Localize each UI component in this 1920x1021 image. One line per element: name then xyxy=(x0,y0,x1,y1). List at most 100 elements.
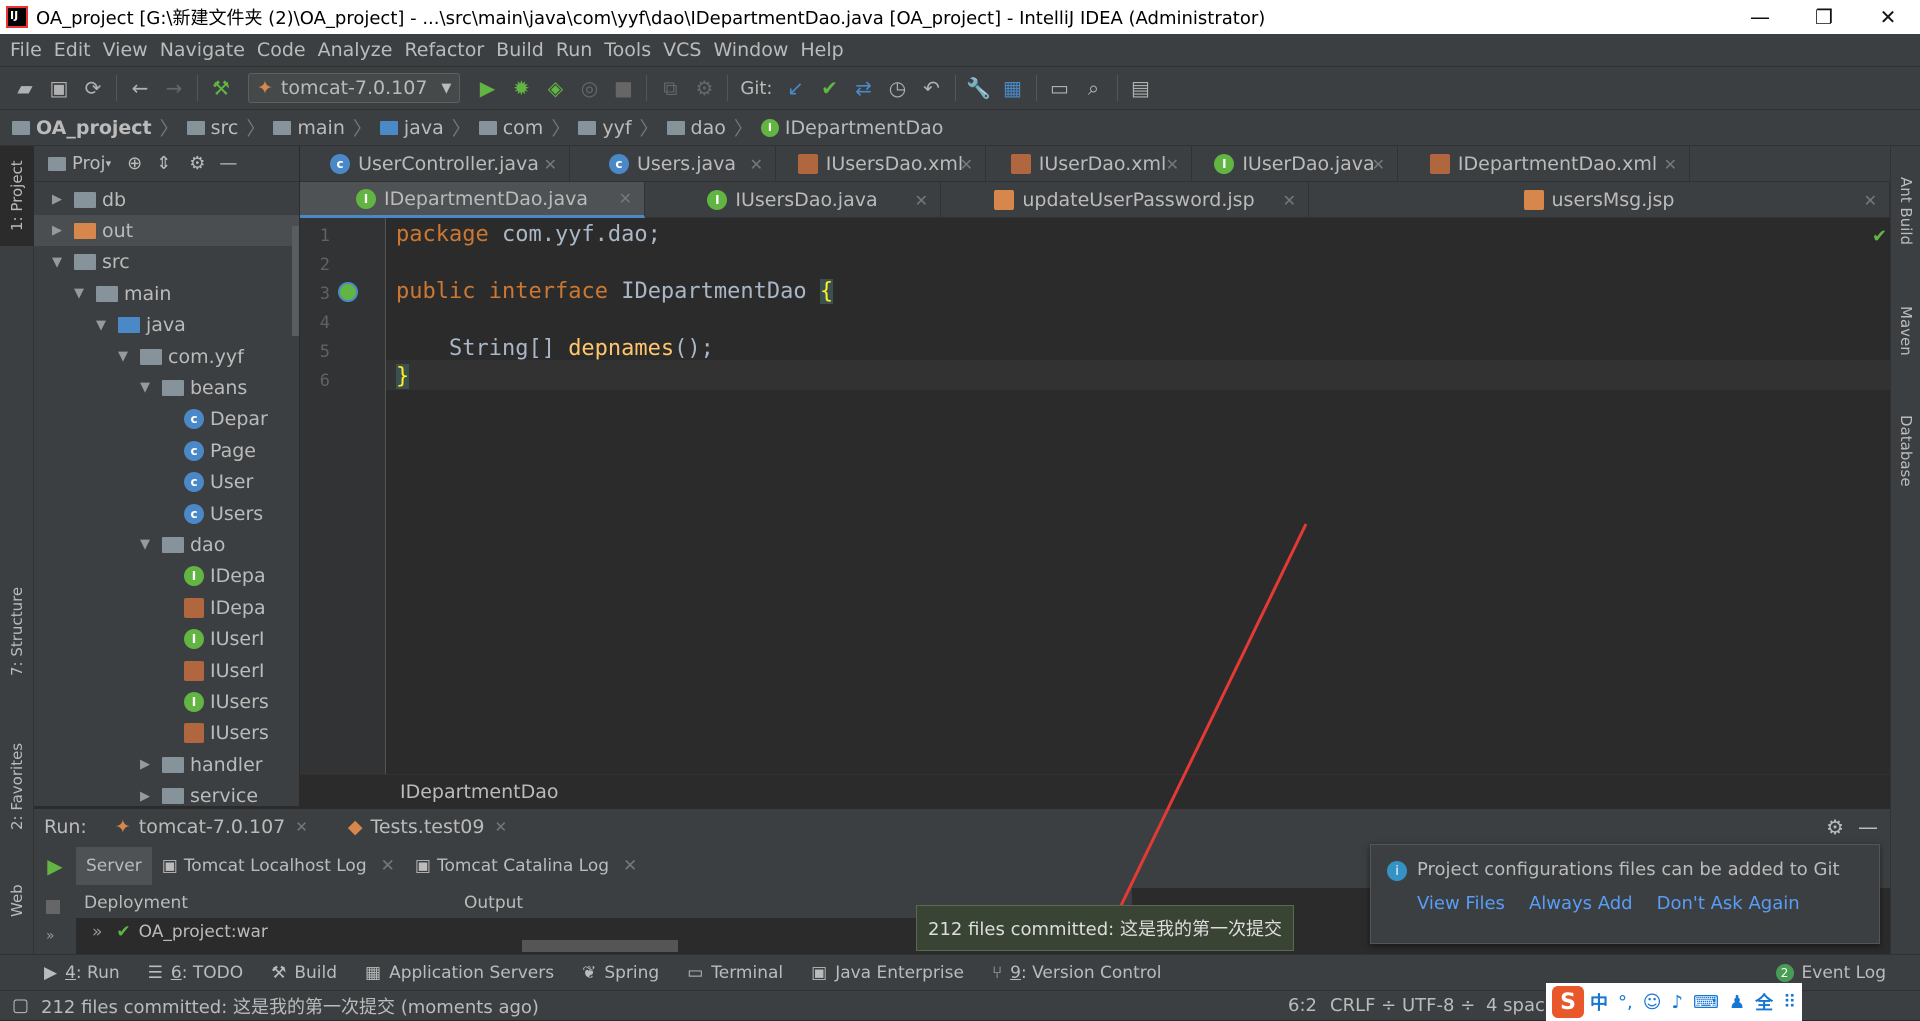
close-icon[interactable]: ✕ xyxy=(495,818,508,836)
history-icon[interactable]: ◷ xyxy=(881,71,915,105)
forward-icon[interactable]: → xyxy=(157,71,191,105)
ime-menu-icon[interactable]: ⠿ xyxy=(1783,992,1796,1013)
run-tab-tomcat[interactable]: tomcat-7.0.107 xyxy=(139,816,286,838)
rerun-icon[interactable]: ▶ xyxy=(34,844,76,888)
ime-toolbar[interactable]: S 中 °, ☺ ♪ ⌨ ♟ 全 ⠿ xyxy=(1546,983,1803,1021)
git-commit-icon[interactable]: ✔ xyxy=(813,71,847,105)
expanded-arrow-icon[interactable]: ▼ xyxy=(52,255,66,270)
close-tab-icon[interactable]: ✕ xyxy=(619,189,632,208)
editor-tab[interactable]: IUserDao.xml ✕ xyxy=(986,146,1192,182)
tool-window-todo[interactable]: ☰ 6: TODO xyxy=(134,963,257,983)
menu-analyze[interactable]: Analyze xyxy=(312,39,399,61)
tree-node[interactable]: ▼ src xyxy=(34,247,130,278)
hide-icon[interactable]: — xyxy=(1858,815,1878,839)
stop-icon[interactable]: ■ xyxy=(606,71,640,105)
open-folder-icon[interactable]: ▰ xyxy=(8,71,42,105)
chevron-down-icon[interactable]: ▾ xyxy=(106,157,112,170)
save-icon[interactable]: ▣ xyxy=(42,71,76,105)
status-message[interactable]: 212 files committed: 这是我的第一次提交 (moments … xyxy=(41,993,539,1019)
ime-fullwidth-icon[interactable]: 全 xyxy=(1755,989,1773,1015)
menu-tools[interactable]: Tools xyxy=(598,39,657,61)
menu-vcs[interactable]: VCS xyxy=(657,39,707,61)
run-configuration-select[interactable]: ✦ tomcat-7.0.107 ▼ xyxy=(248,73,461,103)
tree-node[interactable]: ▶ out xyxy=(34,215,299,247)
run-icon[interactable]: ▶ xyxy=(470,71,504,105)
editor-tab[interactable]: usersMsg.jsp ✕ xyxy=(1309,182,1890,218)
tree-node[interactable]: c Depar xyxy=(34,404,268,435)
ime-keyboard-icon[interactable]: ⌨ xyxy=(1693,992,1719,1013)
editor-tab[interactable]: c Users.java ✕ xyxy=(570,146,776,182)
collapsed-arrow-icon[interactable]: ▶ xyxy=(140,789,154,804)
subtab-localhost-log[interactable]: ▣ Tomcat Localhost Log ✕ xyxy=(152,847,405,885)
tool-tab-favorites[interactable]: 2: Favorites xyxy=(0,726,34,846)
ime-chinese-mode[interactable]: 中 xyxy=(1590,989,1608,1015)
tool-window-event-log[interactable]: 2 Event Log xyxy=(1762,963,1920,983)
subtab-server[interactable]: Server xyxy=(76,847,152,885)
ime-skin-icon[interactable]: ♟ xyxy=(1729,992,1745,1013)
close-icon[interactable]: ✕ xyxy=(623,856,637,876)
close-tab-icon[interactable]: ✕ xyxy=(750,155,763,174)
editor-tab[interactable]: updateUserPassword.jsp ✕ xyxy=(941,182,1309,218)
close-tab-icon[interactable]: ✕ xyxy=(1864,191,1877,210)
tool-tab-structure[interactable]: 7: Structure xyxy=(0,566,34,696)
tree-node[interactable]: ▼ main xyxy=(34,278,171,309)
breadcrumb-item-main[interactable]: main 〉 xyxy=(273,114,380,141)
tree-node[interactable]: c User xyxy=(34,467,253,498)
menu-build[interactable]: Build xyxy=(490,39,550,61)
collapsed-arrow-icon[interactable]: ▶ xyxy=(52,223,66,238)
editor-tab[interactable]: I IUserDao.java ✕ xyxy=(1192,146,1398,182)
tool-tab-database[interactable]: Database xyxy=(1891,396,1920,506)
close-tab-icon[interactable]: ✕ xyxy=(1372,155,1385,174)
tool-tab-ant-build[interactable]: Ant Build xyxy=(1891,156,1920,266)
breadcrumb-item-dao[interactable]: dao 〉 xyxy=(666,114,761,141)
subtab-catalina-log[interactable]: ▣ Tomcat Catalina Log ✕ xyxy=(405,847,647,885)
menu-refactor[interactable]: Refactor xyxy=(398,39,490,61)
menu-edit[interactable]: Edit xyxy=(48,39,97,61)
menu-run[interactable]: Run xyxy=(550,39,598,61)
ime-voice-icon[interactable]: ♪ xyxy=(1672,992,1684,1013)
tool-tab-web[interactable]: Web xyxy=(0,866,34,936)
tree-node[interactable]: ▼ dao xyxy=(34,529,225,560)
tool-tab-maven[interactable]: Maven xyxy=(1891,286,1920,376)
tree-node[interactable]: IUsers xyxy=(34,718,269,749)
tree-node[interactable]: I IUsers xyxy=(34,686,269,717)
view-files-link[interactable]: View Files xyxy=(1417,893,1505,914)
collapse-icon[interactable]: ⇕ xyxy=(156,153,171,174)
tool-window-terminal[interactable]: ▭ Terminal xyxy=(673,963,797,983)
expanded-arrow-icon[interactable]: ▼ xyxy=(118,349,132,364)
tree-node[interactable]: IDepa xyxy=(34,592,266,623)
minimize-button[interactable]: — xyxy=(1728,0,1792,34)
breadcrumb-item-project[interactable]: OA_project 〉 xyxy=(12,114,187,141)
caret-position[interactable]: 6:2 xyxy=(1288,995,1317,1016)
close-tab-icon[interactable]: ✕ xyxy=(915,191,928,210)
deployment-row[interactable]: » ✔ OA_project:war xyxy=(76,922,268,942)
code-editor[interactable]: 1 2 3 4 5 6 package com.yyf.dao; public … xyxy=(300,218,1890,774)
git-compare-icon[interactable]: ⇄ xyxy=(847,71,881,105)
tool-tab-project[interactable]: 1: Project xyxy=(0,146,34,246)
tree-node[interactable]: ▼ java xyxy=(34,310,186,341)
editor-tab[interactable]: I IDepartmentDao.java ✕ xyxy=(300,182,645,218)
project-structure-icon[interactable]: ▦ xyxy=(996,71,1030,105)
close-tab-icon[interactable]: ✕ xyxy=(1664,155,1677,174)
tool-window-version-control[interactable]: ⑂ 9: Version Control xyxy=(978,963,1176,983)
build-hammer-icon[interactable]: ⚒ xyxy=(204,71,238,105)
gear-icon[interactable]: ⚙ xyxy=(189,153,205,174)
menu-code[interactable]: Code xyxy=(251,39,312,61)
tree-node[interactable]: ▶ handler xyxy=(34,749,263,780)
collapsed-arrow-icon[interactable]: ▶ xyxy=(52,192,66,207)
tree-node[interactable]: I IUserI xyxy=(34,624,265,655)
breadcrumb-item-src[interactable]: src 〉 xyxy=(186,114,274,141)
tree-node[interactable]: ▼ beans xyxy=(34,372,247,403)
tree-node[interactable]: c Page xyxy=(34,435,256,466)
git-update-icon[interactable]: ↙ xyxy=(779,71,813,105)
expanded-arrow-icon[interactable]: ▼ xyxy=(140,537,154,552)
implemented-gutter-icon[interactable] xyxy=(338,282,358,302)
terminal-icon[interactable]: ▭ xyxy=(1043,71,1077,105)
output-scrollbar[interactable] xyxy=(522,940,678,952)
expanded-arrow-icon[interactable]: ▼ xyxy=(74,286,88,301)
run-tab-tests[interactable]: Tests.test09 xyxy=(370,816,484,838)
close-tab-icon[interactable]: ✕ xyxy=(1283,191,1296,210)
gear-icon[interactable]: ⚙ xyxy=(1826,815,1844,839)
tree-node[interactable]: ▶ service xyxy=(34,781,258,806)
file-encoding[interactable]: UTF-8 ÷ xyxy=(1402,995,1475,1016)
